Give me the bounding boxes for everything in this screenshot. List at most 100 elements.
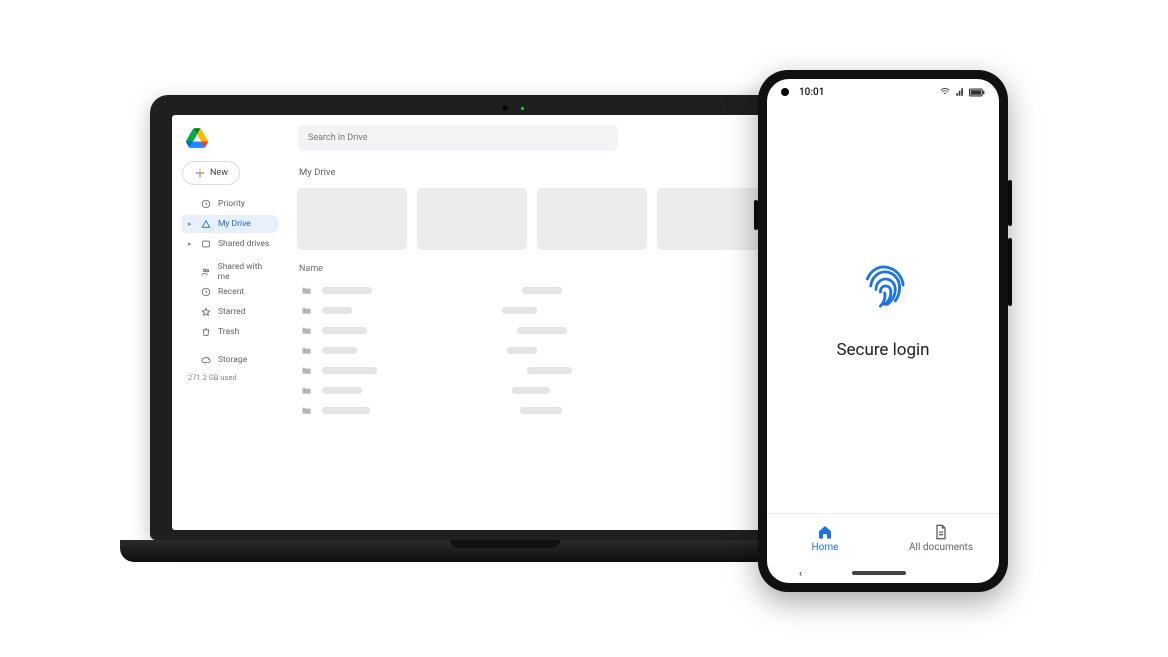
drive-header: Search in Drive	[172, 115, 838, 157]
home-icon	[817, 524, 833, 540]
section-title: My Drive	[299, 167, 818, 178]
sidebar-item-storage[interactable]: Storage	[182, 351, 279, 369]
sidebar-item-label: Priority	[218, 199, 245, 209]
file-name-placeholder	[322, 367, 377, 374]
folder-icon	[301, 305, 312, 316]
phone-side-button	[1008, 180, 1012, 226]
secure-login-text: Secure login	[836, 340, 929, 360]
file-row[interactable]: Sep 15, 2020	[297, 400, 818, 420]
nav-back-icon[interactable]: ‹	[799, 567, 802, 580]
sidebar-item-priority[interactable]: Priority	[182, 195, 279, 213]
sidebar: New Priority ▸ My Drive ▸	[172, 157, 287, 530]
phone-screen: 10:01 Secure login H	[767, 79, 999, 583]
plus-icon	[194, 167, 206, 179]
shared-drives-icon	[201, 239, 211, 249]
sidebar-item-label: Recent	[218, 287, 244, 297]
file-owner-placeholder	[512, 387, 550, 394]
file-row[interactable]: Feb 26, 2021	[297, 340, 818, 360]
search-input[interactable]: Search in Drive	[298, 125, 618, 151]
folder-icon	[301, 325, 312, 336]
nav-home-pill[interactable]	[852, 571, 906, 575]
folder-icon	[301, 365, 312, 376]
sidebar-item-my-drive[interactable]: ▸ My Drive	[182, 215, 279, 233]
sidebar-item-shared-drives[interactable]: ▸ Shared drives	[182, 235, 279, 253]
file-row[interactable]: Dec 9, 2019	[297, 320, 818, 340]
phone-navbar: ‹	[767, 563, 999, 583]
laptop-hinge-notch	[450, 540, 560, 548]
file-name-placeholder	[322, 407, 370, 414]
folder-icon	[301, 385, 312, 396]
list-header-name: Name	[299, 264, 818, 274]
status-icons	[939, 87, 985, 97]
caret-icon: ▸	[188, 220, 194, 228]
drive-app: Search in Drive New	[172, 115, 838, 530]
phone-bottom-tabs: Home All documents	[767, 513, 999, 563]
document-icon	[933, 524, 949, 540]
new-button[interactable]: New	[182, 161, 240, 185]
drive-body: New Priority ▸ My Drive ▸	[172, 157, 838, 530]
clock-icon	[201, 287, 211, 297]
tile[interactable]	[417, 188, 527, 250]
sidebar-item-label: Trash	[218, 327, 239, 337]
file-owner-placeholder	[527, 367, 572, 374]
file-name-placeholder	[322, 307, 352, 314]
sidebar-item-label: Shared drives	[218, 239, 269, 249]
file-name-placeholder	[322, 347, 357, 354]
file-row[interactable]: Jul 10, 2020	[297, 280, 818, 300]
tab-all-documents[interactable]: All documents	[883, 514, 999, 563]
battery-icon	[969, 88, 985, 97]
folder-icon	[301, 405, 312, 416]
priority-icon	[201, 199, 211, 209]
sidebar-item-trash[interactable]: Trash	[182, 323, 279, 341]
file-owner-placeholder	[517, 327, 567, 334]
folder-icon	[301, 285, 312, 296]
folder-icon	[301, 345, 312, 356]
phone-camera-hole	[781, 88, 789, 96]
cloud-icon	[201, 355, 211, 365]
wifi-icon	[939, 87, 951, 97]
sidebar-item-starred[interactable]: Starred	[182, 303, 279, 321]
tab-label: All documents	[909, 542, 973, 553]
tile[interactable]	[657, 188, 767, 250]
star-icon	[201, 307, 211, 317]
file-name-placeholder	[322, 287, 372, 294]
caret-icon: ▸	[188, 240, 194, 248]
tab-home[interactable]: Home	[767, 514, 883, 563]
file-row[interactable]: Sep 15, 2020	[297, 380, 818, 400]
file-owner-placeholder	[507, 347, 537, 354]
file-list: Jul 10, 2020Dec 21, 2018Dec 9, 2019Feb 2…	[297, 280, 818, 420]
file-row[interactable]: Feb 26, 2021	[297, 360, 818, 380]
phone-side-button	[1008, 238, 1012, 306]
sidebar-item-label: Starred	[218, 307, 245, 317]
phone-side-button	[754, 200, 758, 230]
tile[interactable]	[537, 188, 647, 250]
sidebar-item-shared-with-me[interactable]: Shared with me	[182, 263, 279, 281]
people-icon	[201, 267, 211, 277]
file-owner-placeholder	[520, 407, 562, 414]
tab-label: Home	[812, 542, 839, 553]
trash-icon	[201, 327, 211, 337]
fingerprint-icon[interactable]	[855, 258, 911, 314]
file-row[interactable]: Dec 21, 2018	[297, 300, 818, 320]
file-owner-placeholder	[522, 287, 562, 294]
drive-logo-icon	[186, 128, 208, 148]
mydrive-icon	[201, 219, 211, 229]
search-placeholder: Search in Drive	[308, 133, 368, 143]
suggested-tiles	[297, 188, 818, 250]
storage-used-text: 271.2 GB used	[182, 373, 279, 382]
laptop-device: Search in Drive New	[150, 95, 860, 562]
phone-device: 10:01 Secure login H	[758, 70, 1008, 592]
phone-status-bar: 10:01	[767, 79, 999, 105]
tile[interactable]	[297, 188, 407, 250]
file-name-placeholder	[322, 327, 367, 334]
laptop-bezel: Search in Drive New	[150, 95, 860, 540]
file-owner-placeholder	[502, 307, 537, 314]
phone-content: Secure login	[767, 105, 999, 513]
file-name-placeholder	[322, 387, 362, 394]
status-time: 10:01	[799, 87, 824, 98]
signal-icon	[955, 87, 965, 97]
sidebar-item-label: Shared with me	[218, 262, 273, 282]
sidebar-item-label: Storage	[218, 355, 247, 365]
sidebar-item-recent[interactable]: Recent	[182, 283, 279, 301]
sidebar-item-label: My Drive	[218, 219, 251, 229]
